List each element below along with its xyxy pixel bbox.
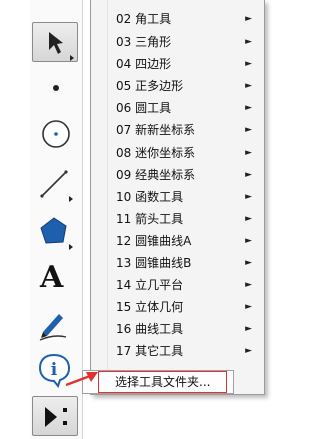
- custom-tools-button[interactable]: [32, 396, 78, 436]
- menu-item-label: 17 其它工具: [116, 344, 184, 358]
- polygon-tool[interactable]: [32, 212, 78, 252]
- submenu-arrow-icon: ►: [245, 324, 252, 334]
- menu-item-15[interactable]: 15 立体几何 ►: [111, 296, 260, 318]
- menu-separator: [107, 0, 108, 394]
- submenu-arrow-icon: ►: [245, 302, 252, 312]
- compass-circle-icon: [42, 120, 70, 148]
- menu-item-05[interactable]: 05 正多边形 ►: [111, 75, 260, 97]
- submenu-arrow-icon: ►: [245, 103, 252, 113]
- straightedge-tool[interactable]: [32, 164, 78, 204]
- menu-gutter: [91, 0, 105, 394]
- choose-tool-folder-menu: 选择工具文件夹...: [82, 370, 234, 394]
- submenu-arrow-icon: ►: [245, 258, 252, 268]
- menu-item-13[interactable]: 13 圆锥曲线B ►: [111, 252, 260, 274]
- menu-item-label: 02 角工具: [116, 12, 172, 26]
- point-icon: [53, 85, 59, 91]
- submenu-arrow-icon: ►: [245, 192, 252, 202]
- choose-tool-folder-item[interactable]: 选择工具文件夹...: [115, 371, 210, 393]
- svg-text:i: i: [51, 360, 58, 380]
- menu-item-label: 06 圆工具: [116, 101, 172, 115]
- menu-item-08[interactable]: 08 迷你坐标系 ►: [111, 142, 260, 164]
- submenu-arrow-icon: ►: [245, 14, 252, 24]
- menu-item-label: 15 立体几何: [116, 300, 184, 314]
- straightedge-line-icon: [40, 170, 73, 202]
- menu-item-label: 12 圆锥曲线A: [116, 234, 192, 248]
- menu-item-16[interactable]: 16 曲线工具 ►: [111, 318, 260, 340]
- menu-item-04[interactable]: 04 四边形 ►: [111, 53, 260, 75]
- menu-item-label: 09 经典坐标系: [116, 168, 196, 182]
- menu-item-label: 03 三角形: [116, 35, 172, 49]
- submenu-arrow-icon: ►: [245, 59, 252, 69]
- arrow-selection-tool[interactable]: [32, 22, 78, 62]
- polygon-icon: [40, 217, 73, 250]
- annotation-arrow-icon: [65, 372, 98, 387]
- submenu-arrow-icon: ►: [245, 236, 252, 246]
- point-tool[interactable]: [32, 68, 78, 108]
- menu-item-14[interactable]: 14 立几平台 ►: [111, 274, 260, 296]
- submenu-arrow-icon: ►: [245, 280, 252, 290]
- submenu-arrow-icon: ►: [245, 81, 252, 91]
- text-icon: A: [40, 260, 64, 295]
- menu-item-02[interactable]: 02 角工具 ►: [111, 8, 260, 30]
- text-tool[interactable]: A: [32, 258, 78, 298]
- compass-tool[interactable]: [32, 112, 78, 152]
- menu-item-03[interactable]: 03 三角形 ►: [111, 31, 260, 53]
- submenu-arrow-icon: ►: [245, 214, 252, 224]
- menu-item-11[interactable]: 11 箭头工具 ►: [111, 208, 260, 230]
- menu-item-10[interactable]: 10 函数工具 ►: [111, 186, 260, 208]
- arrow-selection-icon: [49, 32, 74, 61]
- submenu-arrow-icon: ►: [245, 37, 252, 47]
- submenu-arrow-icon: ►: [245, 170, 252, 180]
- submenu-arrow-icon: ►: [245, 125, 252, 135]
- menu-item-label: 16 曲线工具: [116, 322, 184, 336]
- menu-item-label: 11 箭头工具: [116, 212, 184, 226]
- menu-item-label: 10 函数工具: [116, 190, 184, 204]
- menu-item-label: 14 立几平台: [116, 278, 184, 292]
- submenu-arrow-icon: ►: [245, 148, 252, 158]
- menu-item-12[interactable]: 12 圆锥曲线A ►: [111, 230, 260, 252]
- menu-item-07[interactable]: 07 新新坐标系 ►: [111, 119, 260, 141]
- menu-item-label: 04 四边形: [116, 57, 172, 71]
- menu-item-label: 08 迷你坐标系: [116, 146, 196, 160]
- submenu-arrow-icon: ►: [245, 346, 252, 356]
- menu-item-label: 13 圆锥曲线B: [116, 256, 192, 270]
- custom-tools-icon: [45, 407, 67, 427]
- menu-item-label: 05 正多边形: [116, 79, 184, 93]
- menu-item-17[interactable]: 17 其它工具 ►: [111, 340, 260, 362]
- custom-tools-menu: 02 角工具 ► 03 三角形 ► 04 四边形 ► 05 正多边形 ► 06 …: [90, 0, 265, 395]
- menu-item-09[interactable]: 09 经典坐标系 ►: [111, 164, 260, 186]
- menu-item-06[interactable]: 06 圆工具 ►: [111, 97, 260, 119]
- marker-pen-icon: [39, 314, 67, 341]
- marker-tool[interactable]: [32, 304, 78, 344]
- menu-item-label: 07 新新坐标系: [116, 123, 196, 137]
